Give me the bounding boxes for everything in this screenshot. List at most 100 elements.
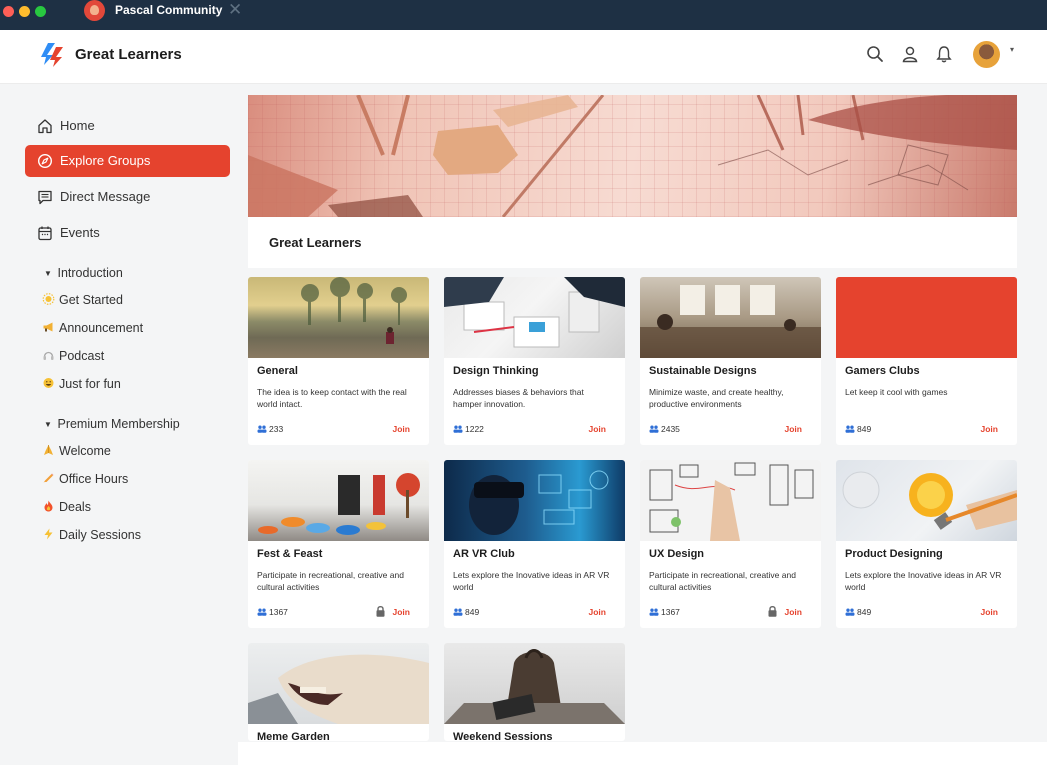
member-count: 2435: [649, 424, 680, 434]
sidebar-item-get-started[interactable]: Get Started: [41, 293, 123, 311]
group-card-general[interactable]: General The idea is to keep contact with…: [248, 277, 429, 445]
sidebar-item-office-hours[interactable]: Office Hours: [41, 472, 128, 490]
members-icon: [453, 425, 463, 433]
card-image: [836, 277, 1017, 358]
card-title: General: [257, 365, 298, 377]
headphones-icon: [43, 351, 54, 360]
megaphone-icon: [43, 322, 53, 332]
brand-name[interactable]: Great Learners: [75, 46, 182, 63]
sidebar-item-events[interactable]: Events: [25, 217, 230, 249]
card-title: Meme Garden: [257, 731, 330, 741]
home-icon: [38, 119, 52, 134]
sidebar-item-announcement[interactable]: Announcement: [41, 321, 143, 339]
section-premium-membership[interactable]: ▼ Premium Membership: [44, 417, 180, 431]
member-count-value: 1367: [661, 607, 680, 617]
maximize-window-button[interactable]: [35, 6, 46, 17]
member-count: 849: [845, 424, 871, 434]
group-card-meme-garden[interactable]: Meme Garden: [248, 643, 429, 741]
group-card-fest-and-feast[interactable]: Fest & Feast Participate in recreational…: [248, 460, 429, 628]
calendar-icon: [38, 226, 52, 241]
card-title: Gamers Clubs: [845, 365, 920, 377]
sidebar-item-podcast[interactable]: Podcast: [41, 349, 104, 367]
member-count: 1367: [649, 607, 680, 617]
group-card-design-thinking[interactable]: Design Thinking Addresses biases & behav…: [444, 277, 625, 445]
card-title: Weekend Sessions: [453, 731, 553, 741]
close-window-button[interactable]: [3, 6, 14, 17]
join-button[interactable]: Join: [785, 424, 802, 434]
join-button[interactable]: Join: [393, 424, 410, 434]
card-image: [248, 643, 429, 724]
group-card-ar-vr-club[interactable]: AR VR Club Lets explore the Inovative id…: [444, 460, 625, 628]
sidebar-item-home[interactable]: Home: [25, 110, 230, 142]
minimize-window-button[interactable]: [19, 6, 30, 17]
group-card-weekend-sessions[interactable]: Weekend Sessions: [444, 643, 625, 741]
join-button[interactable]: Join: [393, 607, 410, 617]
member-count: 233: [257, 424, 283, 434]
card-description: Let keep it cool with games: [845, 387, 948, 397]
join-button[interactable]: Join: [785, 607, 802, 617]
group-card-ux-design[interactable]: UX Design Participate in recreational, c…: [640, 460, 821, 628]
bell-icon[interactable]: [935, 45, 953, 63]
card-title: Fest & Feast: [257, 548, 323, 560]
join-button[interactable]: Join: [981, 424, 998, 434]
member-count-value: 1367: [269, 607, 288, 617]
sidebar-item-label: Daily Sessions: [59, 528, 141, 542]
sidebar-item-daily-sessions[interactable]: Daily Sessions: [41, 528, 141, 546]
group-card-product-designing[interactable]: Product Designing Lets explore the Inova…: [836, 460, 1017, 628]
compass-icon: [37, 153, 53, 169]
sidebar-item-direct-message[interactable]: Direct Message: [25, 181, 230, 213]
section-title: Premium Membership: [57, 417, 180, 431]
user-avatar[interactable]: [973, 41, 1000, 68]
sidebar-item-just-for-fun[interactable]: Just for fun: [41, 377, 121, 395]
sidebar-item-explore-groups[interactable]: Explore Groups: [25, 145, 230, 177]
group-card-gamers-clubs[interactable]: Gamers Clubs Let keep it cool with games…: [836, 277, 1017, 445]
sidebar-item-deals[interactable]: Deals: [41, 500, 91, 518]
message-icon: [38, 190, 52, 205]
praying-hands-icon: [44, 445, 53, 455]
members-icon: [257, 608, 267, 616]
join-button[interactable]: Join: [589, 607, 606, 617]
app-header: Great Learners ▾: [0, 30, 1047, 84]
member-count-value: 849: [465, 607, 480, 617]
card-description: Participate in recreational, creative an…: [257, 570, 404, 592]
lightning-icon: [44, 528, 53, 540]
card-title: Sustainable Designs: [649, 365, 757, 377]
card-title: AR VR Club: [453, 548, 515, 560]
join-button[interactable]: Join: [981, 607, 998, 617]
account-menu-chevron-down-icon[interactable]: ▾: [1010, 45, 1014, 54]
page-title: Great Learners: [269, 235, 362, 250]
sidebar-item-label: Just for fun: [59, 377, 121, 391]
join-button[interactable]: Join: [589, 424, 606, 434]
smiley-icon: [43, 378, 54, 388]
collapse-triangle-icon: ▼: [44, 269, 52, 278]
brand-logo-icon: [41, 43, 63, 67]
pascal-logo-icon: [84, 0, 105, 21]
member-count: 849: [453, 607, 479, 617]
section-title: Introduction: [57, 266, 123, 280]
sidebar-item-label: Welcome: [59, 444, 111, 458]
members-icon: [845, 608, 855, 616]
sidebar-item-welcome[interactable]: Welcome: [41, 444, 111, 462]
section-introduction[interactable]: ▼ Introduction: [44, 266, 123, 280]
search-icon[interactable]: [866, 45, 884, 63]
card-image: [248, 277, 429, 358]
card-description: Minimize waste, and create healthy, prod…: [649, 387, 784, 409]
members-icon: [845, 425, 855, 433]
lock-icon: [376, 606, 385, 617]
user-icon[interactable]: [901, 45, 919, 63]
card-description: Lets explore the Inovative ideas in AR V…: [453, 570, 610, 592]
sidebar-item-label: Deals: [59, 500, 91, 514]
group-card-sustainable-designs[interactable]: Sustainable Designs Minimize waste, and …: [640, 277, 821, 445]
sidebar-item-label: Home: [60, 118, 95, 133]
tab-close-icon[interactable]: ✕: [228, 0, 242, 20]
member-count: 1367: [257, 607, 288, 617]
sidebar-item-label: Events: [60, 225, 100, 240]
member-count-value: 849: [857, 424, 872, 434]
card-description: Participate in recreational, creative an…: [649, 570, 796, 592]
lock-icon: [768, 606, 777, 617]
pencil-icon: [43, 473, 54, 483]
tab-title[interactable]: Pascal Community: [115, 3, 222, 17]
sidebar-item-label: Get Started: [59, 293, 123, 307]
sidebar-item-label: Direct Message: [60, 189, 151, 204]
cover-image: [248, 95, 1017, 217]
